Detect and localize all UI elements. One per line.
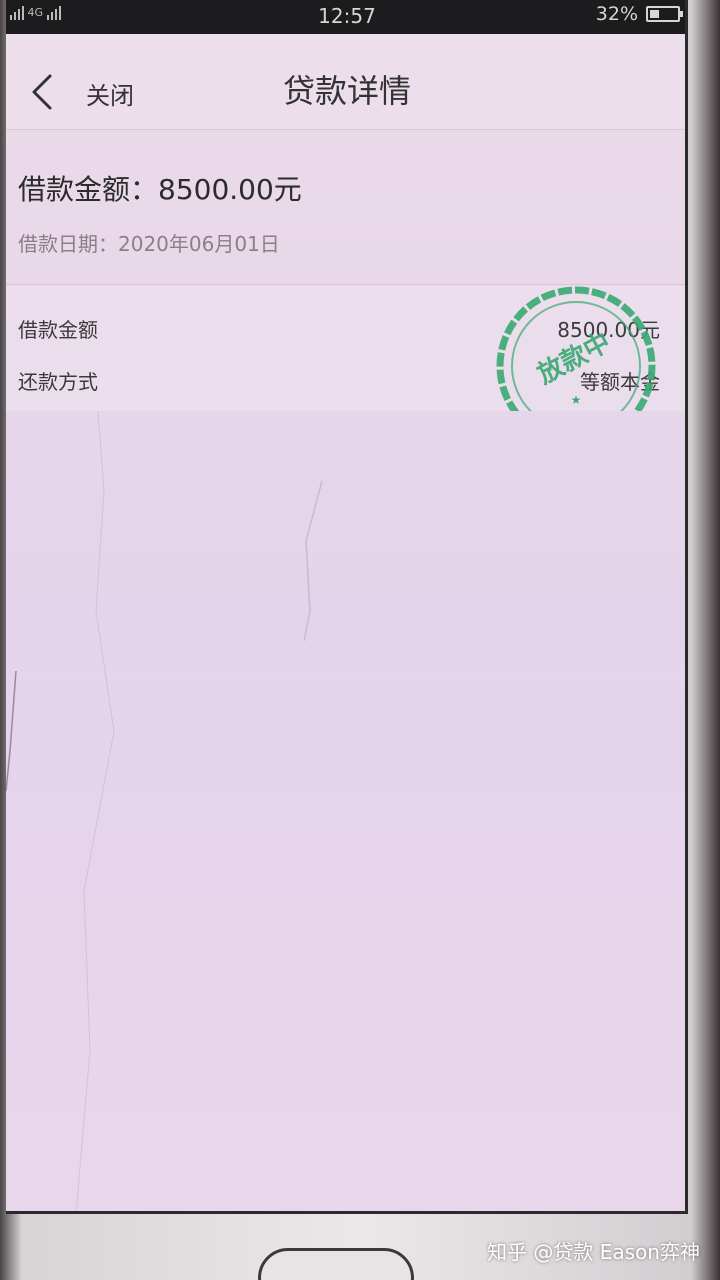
stamp-star: ★ bbox=[571, 393, 582, 407]
home-button[interactable] bbox=[258, 1248, 414, 1280]
watermark-text: 知乎 @贷款 Eason弈神 bbox=[487, 1240, 700, 1264]
battery-icon bbox=[646, 6, 683, 22]
loan-summary: 借款金额：8500.00元 借款日期：2020年06月01日 bbox=[6, 130, 685, 285]
empty-content-area bbox=[6, 411, 685, 1211]
status-time: 12:57 bbox=[318, 4, 376, 28]
detail-label-repayment: 还款方式 bbox=[18, 370, 98, 394]
status-stamp: ★ 放款中 bbox=[490, 286, 662, 411]
status-bar: 4G 12:57 32% bbox=[6, 0, 685, 34]
screen-crack bbox=[6, 411, 323, 1211]
phone-frame: 4G 12:57 32% 关闭 贷款详情 借款金额：8500.00元 借款日期：… bbox=[0, 0, 720, 1280]
phone-screen: 4G 12:57 32% 关闭 贷款详情 借款金额：8500.00元 借款日期：… bbox=[6, 0, 688, 1214]
battery-percent: 32% bbox=[595, 3, 638, 25]
summary-amount: 借款金额：8500.00元 bbox=[18, 173, 302, 206]
page-title: 贷款详情 bbox=[282, 72, 411, 110]
battery-indicator: 32% bbox=[595, 3, 683, 25]
detail-label-amount: 借款金额 bbox=[18, 318, 98, 342]
nav-header: 关闭 贷款详情 bbox=[6, 34, 685, 130]
summary-date: 借款日期：2020年06月01日 bbox=[18, 232, 280, 256]
